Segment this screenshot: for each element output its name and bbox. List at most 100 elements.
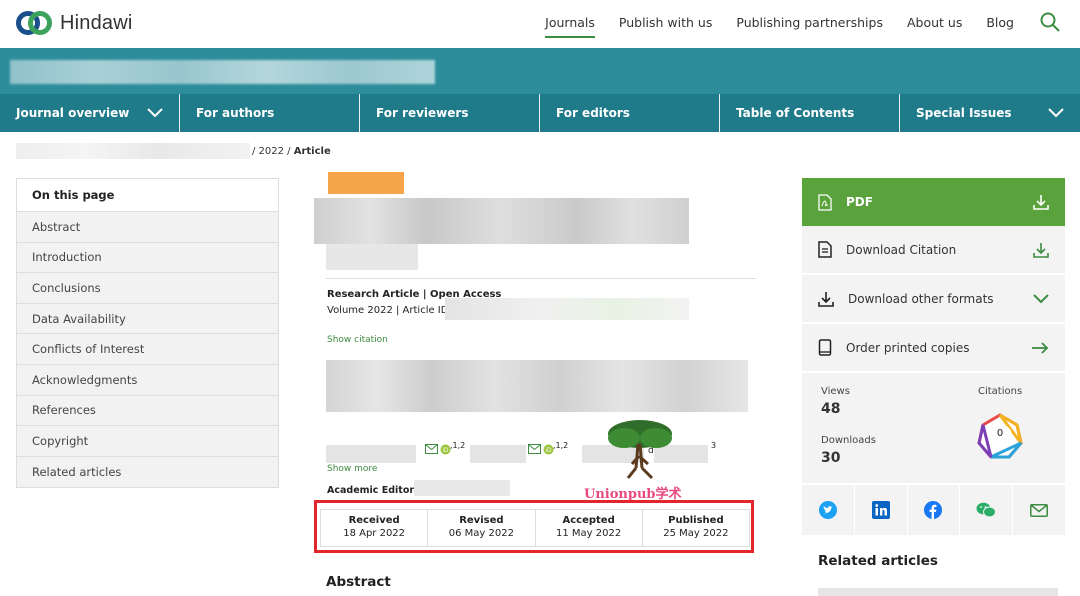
download-other-label: Download other formats	[848, 291, 994, 306]
pdf-label: PDF	[846, 195, 873, 209]
chevron-down-icon	[1048, 108, 1064, 118]
author-sup-1: ,1,2	[450, 441, 466, 450]
related-articles-heading: Related articles	[818, 553, 938, 569]
sidebar-item-acknowledgments[interactable]: Acknowledgments	[17, 364, 278, 396]
top-bar: Hindawi Journals Publish with us Publish…	[0, 0, 1080, 48]
jnav-reviewers[interactable]: For reviewers	[360, 94, 540, 132]
email-icon[interactable]	[425, 444, 438, 454]
highlight-box	[314, 500, 754, 553]
sidebar-item-references[interactable]: References	[17, 395, 278, 427]
jnav-editors-label: For editors	[556, 106, 630, 120]
jnav-editors[interactable]: For editors	[540, 94, 720, 132]
jnav-authors-label: For authors	[196, 106, 275, 120]
nav-publish[interactable]: Publish with us	[619, 15, 712, 38]
logo-icon	[16, 8, 54, 38]
jnav-toc[interactable]: Table of Contents	[720, 94, 900, 132]
dimensions-badge[interactable]: 0	[977, 413, 1023, 459]
category-tag-redacted	[328, 172, 404, 194]
show-more-link[interactable]: Show more	[327, 464, 377, 474]
jnav-overview[interactable]: Journal overview	[0, 94, 180, 132]
search-icon[interactable]	[1040, 12, 1060, 32]
sidebar-heading: On this page	[17, 179, 278, 212]
chevron-down-icon	[147, 108, 163, 118]
main-nav: Journals Publish with us Publishing part…	[545, 15, 1014, 38]
pdf-file-icon	[818, 193, 832, 211]
hindawi-logo[interactable]: Hindawi	[16, 8, 133, 38]
sidebar-item-copyright[interactable]: Copyright	[17, 426, 278, 457]
sidebar-item-abstract[interactable]: Abstract	[17, 212, 278, 243]
sidebar-item-introduction[interactable]: Introduction	[17, 242, 278, 274]
sidebar-item-related[interactable]: Related articles	[17, 456, 278, 488]
document-icon	[818, 241, 832, 258]
download-citation-button[interactable]: Download Citation	[802, 226, 1065, 275]
views-count: 48	[821, 401, 841, 417]
related-article-redacted[interactable]	[818, 588, 1058, 596]
nav-partnerships[interactable]: Publishing partnerships	[736, 15, 883, 38]
academic-editor: Academic Editor:	[327, 485, 418, 496]
editor-name-redacted	[414, 480, 510, 496]
share-email[interactable]	[1013, 485, 1065, 535]
share-twitter[interactable]	[802, 485, 855, 535]
abstract-heading: Abstract	[326, 574, 391, 590]
jnav-toc-label: Table of Contents	[736, 106, 855, 120]
authors-line2-redacted	[326, 445, 416, 463]
chevron-down-icon	[1033, 293, 1049, 303]
booklet-icon	[818, 339, 832, 356]
facebook-icon	[924, 501, 943, 519]
brand-name: Hindawi	[60, 11, 133, 34]
twitter-icon	[818, 501, 837, 519]
breadcrumb-redacted[interactable]	[16, 143, 250, 159]
share-linkedin[interactable]	[855, 485, 908, 535]
download-icon	[1033, 195, 1049, 210]
citations-label: Citations	[978, 386, 1023, 397]
article-metrics: Views 48 Citations Downloads 30 0	[802, 373, 1065, 483]
download-icon	[1033, 242, 1049, 258]
show-citation-link[interactable]: Show citation	[327, 335, 388, 345]
downloads-label: Downloads	[821, 435, 876, 446]
arrow-right-icon	[1032, 341, 1049, 354]
nav-about[interactable]: About us	[907, 15, 962, 38]
order-printed-label: Order printed copies	[846, 340, 970, 355]
sidebar-item-data-availability[interactable]: Data Availability	[17, 303, 278, 335]
downloads-count: 30	[821, 450, 841, 466]
divider	[326, 278, 756, 279]
share-facebook[interactable]	[908, 485, 961, 535]
breadcrumb-current: Article	[293, 145, 331, 157]
email-icon[interactable]	[528, 444, 541, 454]
authors-line2b-redacted	[470, 445, 526, 463]
article-title-redacted	[314, 198, 689, 244]
breadcrumb-year[interactable]: / 2022 /	[252, 146, 291, 157]
linkedin-icon	[871, 501, 890, 519]
jnav-authors[interactable]: For authors	[180, 94, 360, 132]
breadcrumb: / 2022 / Article	[16, 142, 331, 160]
jnav-special-label: Special Issues	[916, 106, 1012, 120]
download-icon	[818, 291, 834, 307]
nav-blog[interactable]: Blog	[986, 15, 1014, 38]
jnav-special[interactable]: Special Issues	[900, 94, 1080, 132]
volume-line: Volume 2022 | Article ID	[327, 305, 449, 316]
svg-text:iD: iD	[442, 447, 449, 454]
download-citation-label: Download Citation	[846, 242, 957, 257]
article-id-redacted	[445, 298, 689, 320]
sidebar-item-conclusions[interactable]: Conclusions	[17, 273, 278, 304]
download-other-formats-button[interactable]: Download other formats	[802, 275, 1065, 324]
order-printed-copies-button[interactable]: Order printed copies	[802, 324, 1065, 373]
pdf-button[interactable]: PDF	[802, 178, 1065, 226]
authors-redacted	[326, 360, 748, 412]
on-this-page-sidebar: On this page Abstract Introduction Concl…	[16, 178, 279, 489]
jnav-reviewers-label: For reviewers	[376, 106, 469, 120]
svg-text:iD: iD	[545, 447, 552, 454]
views-label: Views	[821, 386, 850, 397]
sidebar-item-conflicts[interactable]: Conflicts of Interest	[17, 334, 278, 365]
share-bar	[802, 485, 1065, 535]
journal-nav: Journal overview For authors For reviewe…	[0, 94, 1080, 132]
article-tools-panel: PDF Download Citation Download other for…	[802, 178, 1065, 535]
share-wechat[interactable]	[960, 485, 1014, 535]
article-title-line2-redacted	[326, 244, 418, 270]
jnav-overview-label: Journal overview	[16, 106, 130, 120]
nav-journals[interactable]: Journals	[545, 15, 595, 38]
tree-watermark	[608, 420, 672, 480]
citations-count: 0	[996, 428, 1004, 439]
email-icon	[1030, 503, 1049, 517]
wechat-icon	[976, 502, 997, 518]
